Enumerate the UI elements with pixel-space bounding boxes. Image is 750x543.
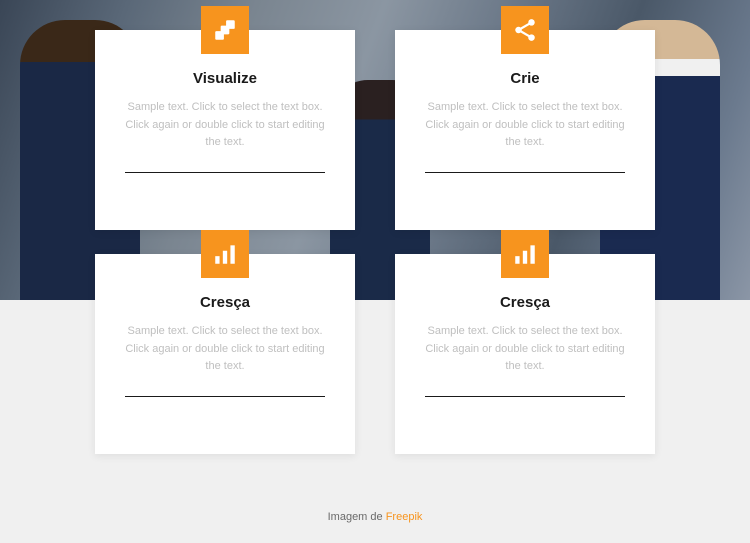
image-credit: Imagem de Freepik <box>0 511 750 523</box>
card-rule <box>425 396 625 397</box>
card-rule <box>425 172 625 173</box>
card-description[interactable]: Sample text. Click to select the text bo… <box>119 99 331 152</box>
card-title: Crie <box>419 70 631 87</box>
card-visualize[interactable]: Visualize Sample text. Click to select t… <box>95 30 355 230</box>
card-description[interactable]: Sample text. Click to select the text bo… <box>419 99 631 152</box>
card-title: Cresça <box>119 294 331 311</box>
share-icon <box>501 6 549 54</box>
card-title: Cresça <box>419 294 631 311</box>
cards-grid: Visualize Sample text. Click to select t… <box>0 30 750 454</box>
credit-link[interactable]: Freepik <box>386 511 423 523</box>
card-title: Visualize <box>119 70 331 87</box>
layers-icon <box>201 6 249 54</box>
card-cresca-1[interactable]: Cresça Sample text. Click to select the … <box>95 254 355 454</box>
page: Visualize Sample text. Click to select t… <box>0 0 750 543</box>
card-cresca-2[interactable]: Cresça Sample text. Click to select the … <box>395 254 655 454</box>
card-rule <box>125 396 325 397</box>
card-rule <box>125 172 325 173</box>
card-description[interactable]: Sample text. Click to select the text bo… <box>119 323 331 376</box>
chart-icon <box>501 230 549 278</box>
credit-prefix: Imagem de <box>328 511 386 523</box>
chart-icon <box>201 230 249 278</box>
card-crie[interactable]: Crie Sample text. Click to select the te… <box>395 30 655 230</box>
card-description[interactable]: Sample text. Click to select the text bo… <box>419 323 631 376</box>
